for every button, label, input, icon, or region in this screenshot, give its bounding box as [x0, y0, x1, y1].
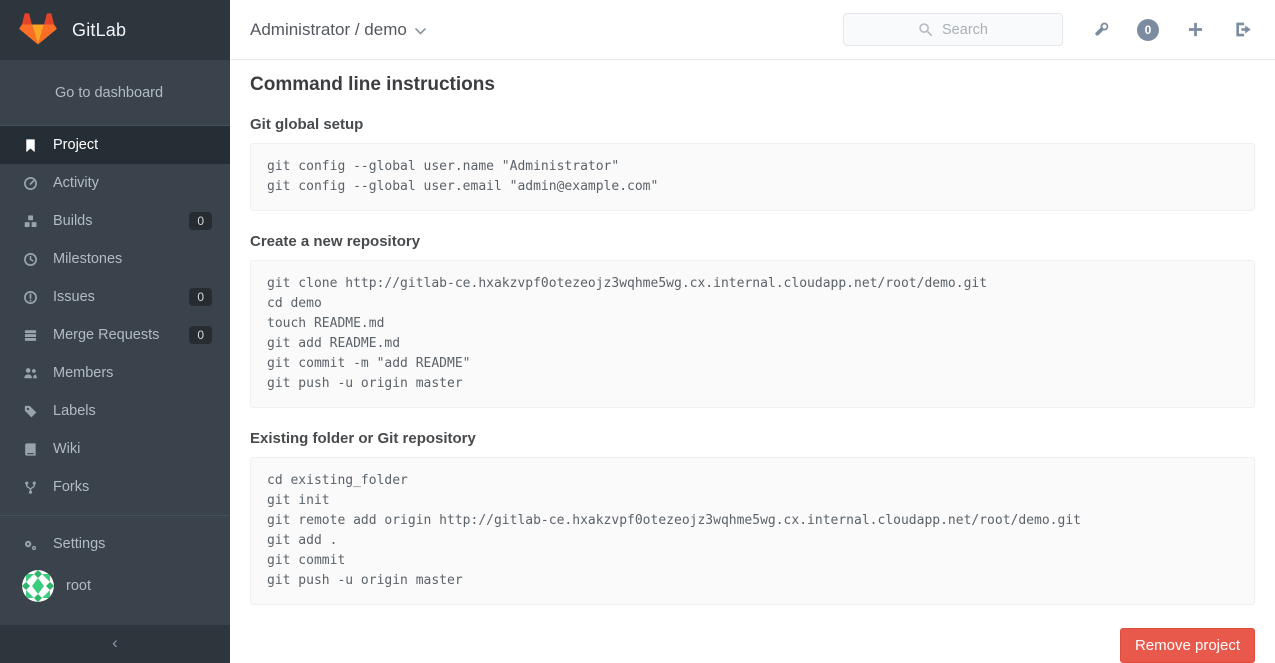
clock-icon — [22, 251, 38, 267]
sidebar-item-members[interactable]: Members — [0, 354, 230, 392]
sidebar-item-forks[interactable]: Forks — [0, 468, 230, 506]
new-project-button[interactable] — [1183, 18, 1207, 42]
code-block: git config --global user.name "Administr… — [250, 143, 1255, 211]
code-fork-icon — [22, 479, 38, 495]
issues-count-badge: 0 — [189, 288, 212, 306]
sidebar-user-profile[interactable]: root — [0, 563, 230, 609]
book-icon — [22, 441, 38, 457]
header-actions: 0 — [1089, 18, 1255, 42]
todos-count-badge[interactable]: 0 — [1137, 19, 1159, 41]
top-header: Administrator / demo Search 0 — [230, 0, 1275, 60]
section-heading: Existing folder or Git repository — [250, 430, 1255, 447]
merge-requests-count-badge: 0 — [189, 326, 212, 344]
sign-out-button[interactable] — [1231, 18, 1255, 42]
sidebar-collapse-button[interactable]: ‹ — [0, 625, 230, 663]
todos-count: 0 — [1145, 23, 1152, 37]
builds-cubes-icon — [22, 213, 38, 229]
bookmark-icon — [22, 137, 38, 153]
go-to-dashboard-link[interactable]: Go to dashboard — [0, 60, 230, 126]
section-heading: Create a new repository — [250, 233, 1255, 250]
gears-icon — [22, 536, 38, 552]
sidebar-divider — [0, 515, 230, 516]
server-stack-icon — [22, 327, 38, 343]
chevron-left-icon: ‹ — [112, 633, 118, 652]
tag-icon — [22, 403, 38, 419]
section-git-global-setup: Git global setup git config --global use… — [250, 116, 1255, 211]
user-name: root — [66, 578, 91, 594]
search-placeholder: Search — [942, 22, 988, 38]
sidebar-nav: Project Activity Builds 0 — [0, 126, 230, 506]
code-block: git clone http://gitlab-ce.hxakzvpf0otez… — [250, 260, 1255, 408]
remove-project-button[interactable]: Remove project — [1120, 628, 1255, 663]
sidebar-item-issues[interactable]: Issues 0 — [0, 278, 230, 316]
breadcrumb-text: Administrator / demo — [250, 20, 407, 40]
search-icon — [918, 22, 933, 37]
breadcrumb[interactable]: Administrator / demo — [250, 20, 843, 40]
sidebar-header[interactable]: GitLab — [0, 0, 230, 60]
main-content: Command line instructions Git global set… — [230, 0, 1275, 663]
admin-area-button[interactable] — [1089, 18, 1113, 42]
sidebar-item-milestones[interactable]: Milestones — [0, 240, 230, 278]
plus-icon — [1187, 21, 1204, 38]
page-footer: Remove project — [250, 628, 1255, 663]
section-heading: Git global setup — [250, 116, 1255, 133]
people-icon — [22, 365, 38, 381]
gitlab-tanuki-logo — [18, 12, 58, 48]
sidebar-item-activity[interactable]: Activity — [0, 164, 230, 202]
sidebar-item-project[interactable]: Project — [0, 126, 230, 164]
builds-count-badge: 0 — [189, 212, 212, 230]
dashboard-gauge-icon — [22, 175, 38, 191]
chevron-down-icon — [415, 28, 426, 35]
section-create-new-repository: Create a new repository git clone http:/… — [250, 233, 1255, 408]
sidebar-item-labels[interactable]: Labels — [0, 392, 230, 430]
sidebar-item-builds[interactable]: Builds 0 — [0, 202, 230, 240]
code-block: cd existing_folder git init git remote a… — [250, 457, 1255, 605]
search-input[interactable]: Search — [843, 13, 1063, 46]
exclamation-circle-icon — [22, 289, 38, 305]
section-existing-folder: Existing folder or Git repository cd exi… — [250, 430, 1255, 605]
user-avatar — [22, 570, 54, 602]
page-title: Command line instructions — [250, 74, 1255, 96]
sidebar-item-settings[interactable]: Settings — [0, 525, 230, 563]
sidebar: GitLab Go to dashboard Project Activity — [0, 0, 230, 663]
go-to-dashboard-label: Go to dashboard — [55, 85, 163, 101]
wrench-icon — [1092, 20, 1111, 39]
sign-out-icon — [1234, 20, 1253, 39]
sidebar-item-merge-requests[interactable]: Merge Requests 0 — [0, 316, 230, 354]
gitlab-wordmark: GitLab — [72, 20, 126, 41]
sidebar-item-wiki[interactable]: Wiki — [0, 430, 230, 468]
